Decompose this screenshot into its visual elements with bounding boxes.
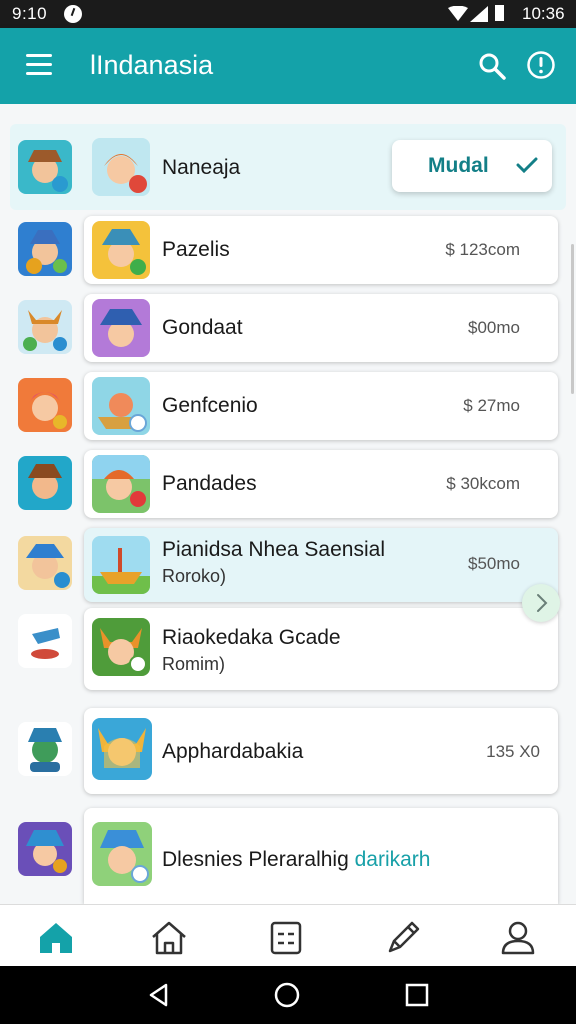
info-icon[interactable] — [526, 50, 556, 80]
battery-icon — [495, 5, 504, 21]
pen-icon[interactable] — [384, 917, 424, 957]
list-item-name: Pazelis — [162, 238, 230, 261]
home-icon[interactable] — [36, 917, 76, 957]
status-bar: 9:10 10:36 — [0, 0, 576, 28]
list-item-name-text: Dlesnies Pleraralhig — [162, 848, 349, 871]
list-item[interactable]: Apphardabakia 135 X0 — [84, 708, 558, 794]
list-item[interactable]: Pianidsa Nhea Saensial Roroko) $50mo — [84, 528, 558, 602]
back-icon[interactable] — [146, 982, 172, 1008]
list-item-price: $ 123com — [445, 240, 520, 259]
avatar — [18, 722, 72, 776]
avatar — [92, 455, 150, 513]
avatar — [92, 618, 150, 676]
house-outline-icon[interactable] — [149, 917, 189, 957]
avatar — [18, 614, 72, 668]
list-item[interactable]: Dlesnies Pleraralhig darikarh — [84, 808, 558, 904]
home-circle-icon[interactable] — [274, 982, 300, 1008]
avatar — [92, 377, 150, 435]
scrollbar[interactable] — [571, 244, 574, 394]
list-item-name-accent: darikarh — [354, 848, 431, 871]
list-item-price: $00mo — [468, 318, 520, 337]
bottom-nav — [0, 904, 576, 967]
list-item-name: Naneaja — [162, 156, 241, 179]
list-item-name: Apphardabakia — [162, 740, 304, 763]
list-item-name: Gondaat — [162, 316, 243, 339]
avatar — [92, 536, 150, 594]
avatar — [92, 138, 150, 196]
avatar — [18, 378, 72, 432]
list-item-name: Dlesnies Pleraralhig darikarh — [162, 848, 430, 872]
wifi-icon — [448, 6, 468, 21]
list-item-name: Riaokedaka Gcade — [162, 626, 341, 649]
avatar — [18, 536, 72, 590]
avatar — [92, 299, 150, 357]
list-item-price: 135 X0 — [486, 742, 540, 761]
list-item-name: Genfcenio — [162, 394, 258, 417]
list-item-price: $ 30kcom — [446, 474, 520, 493]
list-item[interactable]: Pandades $ 30kcom — [84, 450, 558, 518]
list-item[interactable]: Riaokedaka Gcade Romim) — [84, 608, 558, 690]
list-item-price: $50mo — [468, 554, 520, 573]
signal-icon — [470, 6, 488, 22]
menu-icon[interactable] — [26, 54, 52, 76]
status-time-right: 10:36 — [522, 4, 565, 23]
mudal-button-label: Mudal — [428, 154, 489, 177]
avatar — [18, 822, 72, 876]
status-time-left: 9:10 — [12, 4, 48, 23]
system-nav — [0, 966, 576, 1024]
list-item-name: Pianidsa Nhea Saensial — [162, 538, 385, 561]
mudal-button[interactable]: Mudal — [392, 140, 552, 192]
recents-icon[interactable] — [404, 982, 430, 1008]
list-item-name: Pandades — [162, 472, 257, 495]
list-item-header[interactable]: Naneaja Mudal — [10, 124, 566, 210]
page-title: lIndanasia — [90, 50, 214, 80]
next-button[interactable] — [522, 584, 560, 622]
list-item[interactable]: Pazelis $ 123com — [84, 216, 558, 284]
avatar — [18, 300, 72, 354]
avatar — [92, 822, 152, 886]
chevron-right-icon — [537, 594, 548, 612]
list-item-subtitle: Roroko) — [162, 566, 227, 586]
list-item[interactable]: Gondaat $00mo — [84, 294, 558, 362]
list-item-price: $ 27mo — [463, 396, 520, 415]
profile-icon[interactable] — [498, 917, 538, 957]
avatar — [18, 456, 72, 510]
app-list: Naneaja Mudal Pazelis $ 123com Gondaat $… — [0, 104, 576, 904]
clock-icon — [64, 5, 82, 23]
list-item-subtitle: Romim) — [162, 654, 225, 674]
app-bar: lIndanasia — [0, 28, 576, 104]
check-icon — [516, 157, 538, 174]
search-icon[interactable] — [478, 52, 506, 80]
avatar — [18, 222, 72, 276]
list-item[interactable]: Genfcenio $ 27mo — [84, 372, 558, 440]
avatar — [92, 221, 150, 279]
avatar — [92, 718, 152, 780]
list-card-icon[interactable] — [266, 917, 306, 957]
avatar — [18, 140, 72, 194]
